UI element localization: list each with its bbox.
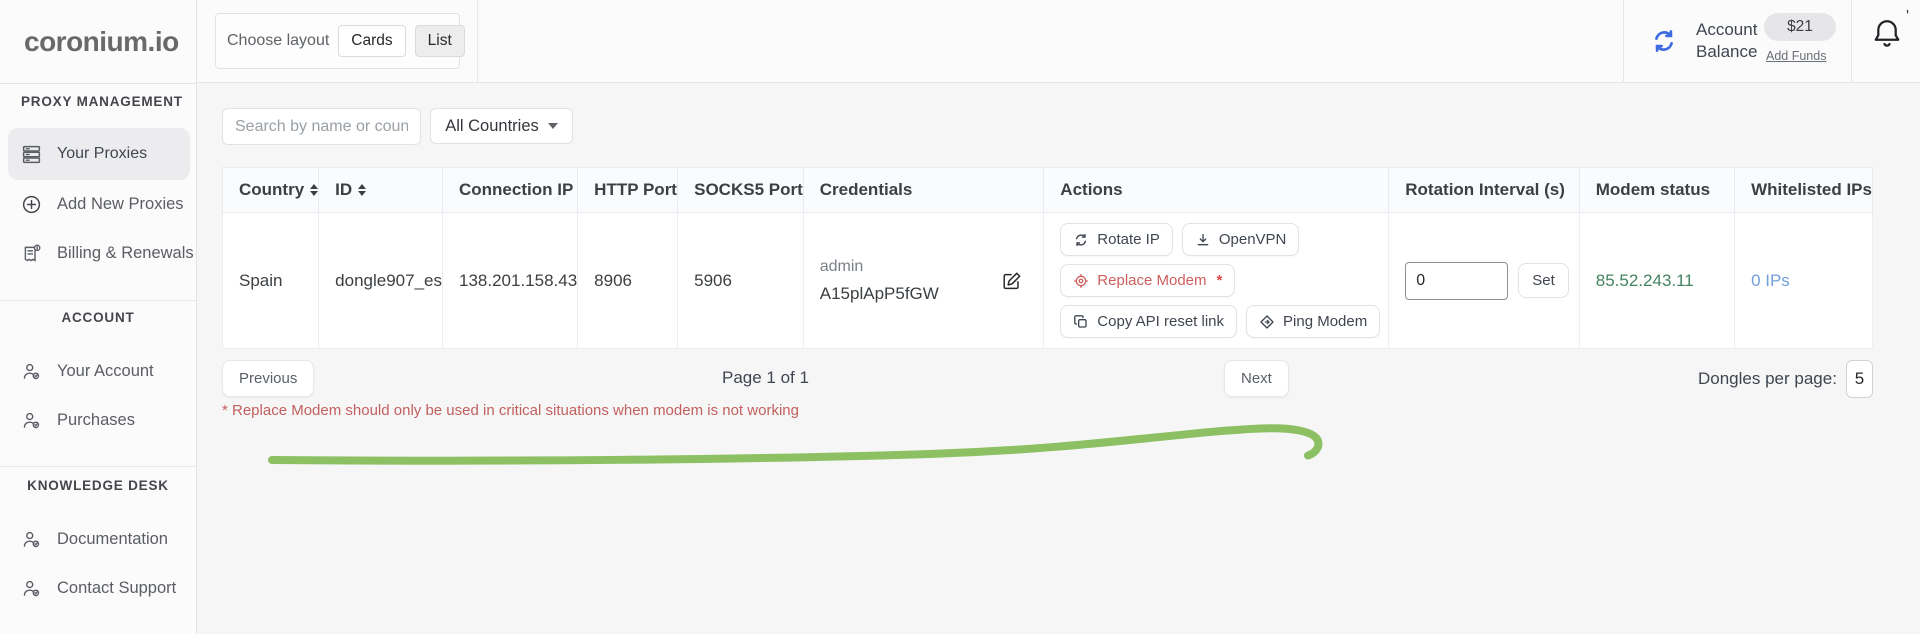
column-header-credentials: Credentials [803, 168, 1044, 213]
cell-socks5-port: 5906 [678, 213, 804, 349]
column-header-socks5-port: SOCKS5 Port [678, 168, 804, 213]
search-input[interactable] [222, 108, 421, 145]
replace-modem-button[interactable]: Replace Modem * [1060, 264, 1235, 297]
sidebar-item-label: Purchases [57, 411, 135, 430]
sidebar-item-documentation[interactable]: Documentation [0, 521, 197, 557]
list-layout-button[interactable]: List [415, 25, 465, 57]
cell-id: dongle907_es [319, 213, 443, 349]
rotate-icon [1073, 232, 1089, 248]
column-header-connection-ip: Connection IP [443, 168, 578, 213]
user-check-icon [21, 578, 42, 599]
edit-credentials-button[interactable] [999, 268, 1025, 294]
column-header-actions: Actions [1044, 168, 1389, 213]
column-header-modem-status: Modem status [1579, 168, 1734, 213]
critical-flag: * [1217, 272, 1223, 289]
sidebar-item-label: Contact Support [57, 579, 176, 598]
section-title-proxy-management: PROXY MANAGEMENT [0, 94, 196, 109]
ping-icon [1259, 314, 1275, 330]
cell-modem-status: 85.52.243.11 [1579, 213, 1734, 349]
user-check-icon [21, 361, 42, 382]
per-page-control: Dongles per page: 5 [1698, 360, 1873, 398]
whitelisted-ips-link[interactable]: 0 IPs [1751, 271, 1790, 290]
user-check-icon [21, 529, 42, 550]
sort-icon[interactable] [358, 184, 366, 196]
sidebar-item-add-new-proxies[interactable]: Add New Proxies [0, 186, 197, 222]
column-header-whitelisted-ips: Whitelisted IPs [1735, 168, 1873, 213]
section-title-account: ACCOUNT [0, 310, 196, 325]
cell-http-port: 8906 [578, 213, 678, 349]
next-page-button[interactable]: Next [1224, 360, 1289, 397]
sidebar: coronium.io PROXY MANAGEMENT Your Proxie… [0, 0, 197, 634]
add-funds-link[interactable]: Add Funds [1766, 49, 1826, 63]
page-indicator: Page 1 of 1 [722, 368, 809, 388]
cell-country: Spain [223, 213, 319, 349]
cell-actions: Rotate IP OpenVPN [1044, 213, 1389, 349]
modem-status-ip: 85.52.243.11 [1596, 271, 1694, 290]
notifications-cell: ' [1851, 0, 1920, 83]
country-filter-value: All Countries [445, 117, 539, 136]
column-header-rotation-interval: Rotation Interval (s) [1389, 168, 1580, 213]
cell-credentials: admin A15plApP5fGW [803, 213, 1044, 349]
receipt-icon [21, 243, 42, 264]
balance-refresh-icon[interactable] [1650, 27, 1678, 55]
notification-mark: ' [1906, 8, 1909, 26]
sidebar-item-your-proxies[interactable]: Your Proxies [8, 128, 190, 180]
brand-logo: coronium.io [24, 26, 179, 58]
sidebar-item-label: Your Proxies [57, 145, 147, 163]
cards-layout-button[interactable]: Cards [338, 25, 405, 57]
cell-whitelisted-ips: 0 IPs [1735, 213, 1873, 349]
edit-icon [1001, 270, 1023, 292]
rotate-ip-button[interactable]: Rotate IP [1060, 223, 1173, 256]
credentials-username: admin [820, 258, 939, 276]
column-header-id[interactable]: ID [319, 168, 443, 213]
per-page-select[interactable]: 5 [1846, 360, 1873, 398]
cell-connection-ip: 138.201.158.43 [443, 213, 578, 349]
set-rotation-button[interactable]: Set [1518, 263, 1569, 298]
sidebar-item-label: Documentation [57, 530, 168, 549]
download-icon [1195, 232, 1211, 248]
copy-api-reset-link-button[interactable]: Copy API reset link [1060, 305, 1237, 338]
divider [0, 466, 197, 467]
bell-icon[interactable] [1869, 15, 1905, 53]
sidebar-item-billing-renewals[interactable]: Billing & Renewals [0, 235, 197, 271]
column-header-http-port: HTTP Port [578, 168, 678, 213]
user-check-icon [21, 410, 42, 431]
copy-icon [1073, 314, 1089, 330]
account-balance-label: Account Balance [1696, 19, 1757, 63]
choose-layout-label: Choose layout [227, 32, 329, 50]
caret-down-icon [548, 123, 558, 129]
previous-page-button[interactable]: Previous [222, 360, 314, 397]
topbar: Choose layout Cards List Account Balance… [197, 0, 1920, 83]
balance-amount-badge: $21 [1764, 13, 1836, 41]
table-row: Spain dongle907_es 138.201.158.43 8906 5… [223, 213, 1873, 349]
country-filter-dropdown[interactable]: All Countries [430, 108, 573, 144]
openvpn-button[interactable]: OpenVPN [1182, 223, 1300, 256]
replace-modem-icon [1073, 273, 1089, 289]
layout-switcher-cell: Choose layout Cards List [197, 0, 478, 83]
server-icon [21, 144, 42, 165]
per-page-label: Dongles per page: [1698, 369, 1837, 389]
sidebar-item-label: Billing & Renewals [57, 244, 194, 263]
rotation-interval-input[interactable] [1405, 262, 1508, 300]
column-header-country[interactable]: Country [223, 168, 319, 213]
section-title-knowledge-desk: KNOWLEDGE DESK [0, 478, 196, 493]
plus-circle-icon [21, 194, 42, 215]
divider [0, 300, 197, 301]
sort-icon[interactable] [310, 184, 318, 196]
sidebar-item-label: Your Account [57, 362, 154, 381]
sidebar-item-label: Add New Proxies [57, 195, 184, 214]
layout-switcher: Choose layout Cards List [215, 13, 460, 69]
account-balance-section: Account Balance $21 Add Funds [1623, 0, 1851, 83]
ping-modem-button[interactable]: Ping Modem [1246, 305, 1380, 338]
sidebar-item-your-account[interactable]: Your Account [0, 353, 197, 389]
credentials-password: A15plApP5fGW [820, 284, 939, 304]
table-header-row: Country ID Connection IP HTTP Port SOCKS… [223, 168, 1873, 213]
cell-rotation-interval: Set [1389, 213, 1580, 349]
proxies-table: Country ID Connection IP HTTP Port SOCKS… [222, 167, 1873, 349]
sidebar-item-purchases[interactable]: Purchases [0, 402, 197, 438]
green-highlighter-stroke [240, 412, 1360, 476]
sidebar-item-contact-support[interactable]: Contact Support [0, 570, 197, 606]
divider [0, 83, 197, 84]
